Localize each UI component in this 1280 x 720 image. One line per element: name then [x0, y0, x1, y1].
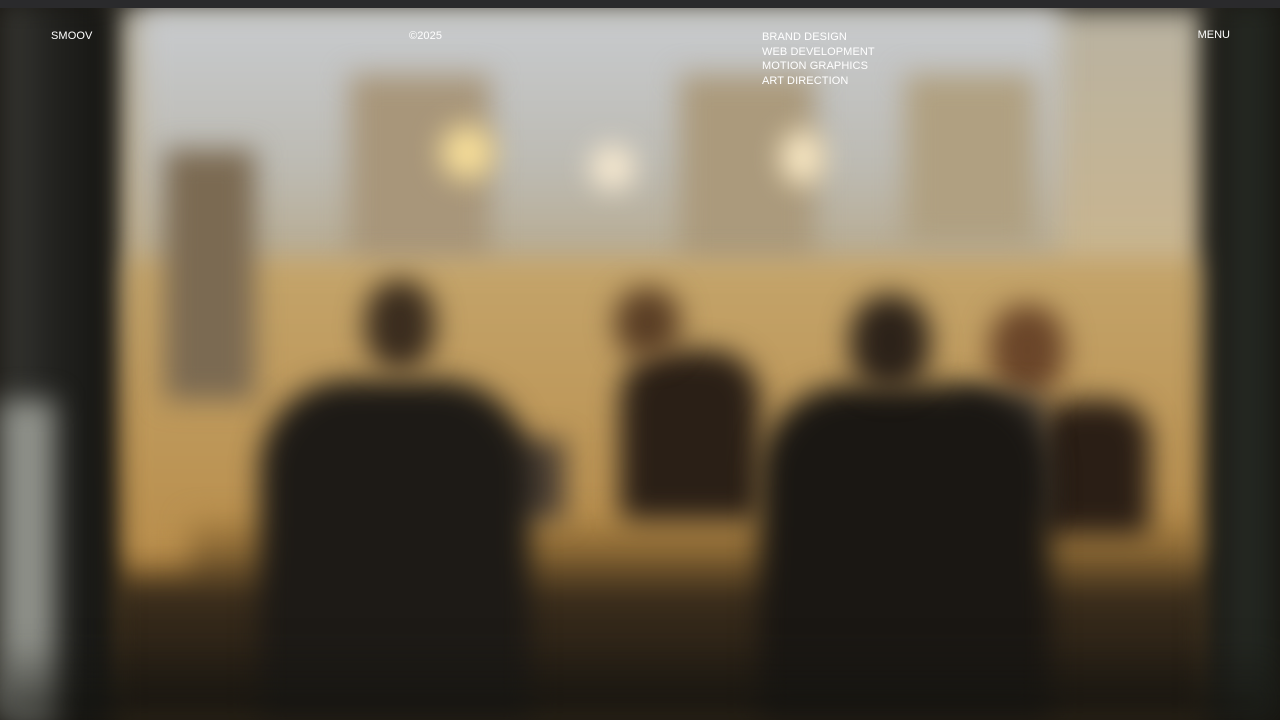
service-link-art-direction[interactable]: ART DIRECTION: [762, 75, 848, 87]
menu-button[interactable]: MENU: [1198, 28, 1230, 42]
bottom-shade: [0, 640, 1280, 720]
person-head: [615, 288, 680, 358]
person-head: [365, 280, 435, 370]
service-link-web-development[interactable]: WEB DEVELOPMENT: [762, 46, 875, 58]
window-frame-right: [1205, 0, 1280, 720]
page: SMOOV ©2025 BRAND DESIGN WEB DEVELOPMENT…: [0, 0, 1280, 720]
logo-link[interactable]: SMOOV: [51, 29, 92, 43]
service-item: WEB DEVELOPMENT: [762, 45, 875, 60]
service-item: MOTION GRAPHICS: [762, 59, 875, 74]
service-item: ART DIRECTION: [762, 74, 875, 89]
pendant-light: [590, 145, 635, 190]
service-link-brand-design[interactable]: BRAND DESIGN: [762, 31, 847, 43]
pendant-light: [780, 130, 825, 185]
person-silhouette: [1035, 400, 1150, 535]
copyright-text: ©2025: [409, 30, 443, 42]
person-head: [990, 305, 1065, 395]
service-item: BRAND DESIGN: [762, 30, 875, 45]
service-link-motion-graphics[interactable]: MOTION GRAPHICS: [762, 60, 868, 72]
person-silhouette: [620, 350, 760, 520]
pendant-light: [440, 125, 495, 180]
services-list: BRAND DESIGN WEB DEVELOPMENT MOTION GRAP…: [762, 30, 875, 88]
wall-painting: [165, 150, 255, 400]
site-header: SMOOV ©2025 BRAND DESIGN WEB DEVELOPMENT…: [0, 0, 1280, 100]
person-head: [850, 295, 930, 390]
hero-background-image: [0, 0, 1280, 720]
window-pane: [905, 75, 1035, 245]
